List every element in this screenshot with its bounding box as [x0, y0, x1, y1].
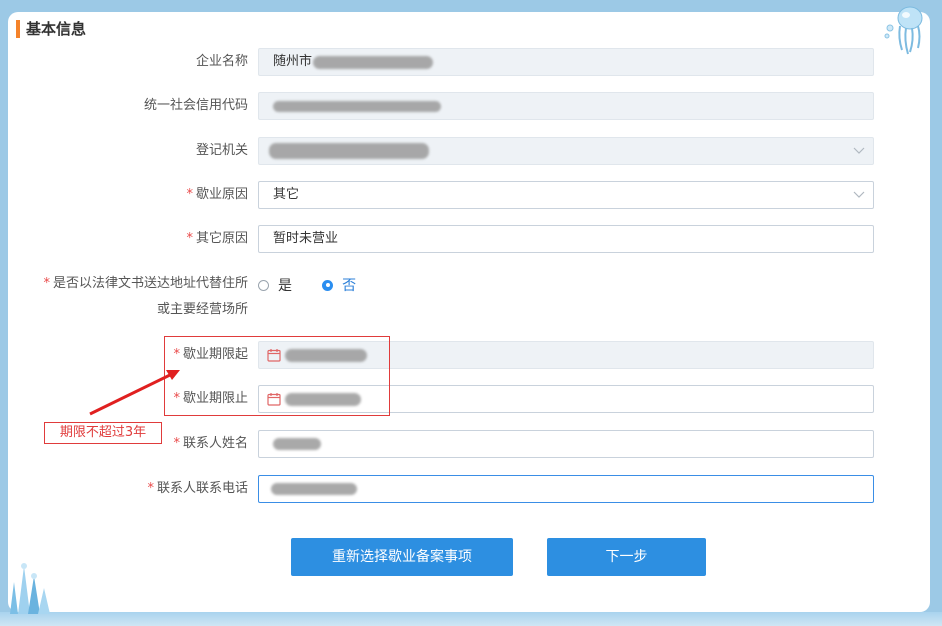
- bottom-wave-decoration: [0, 612, 942, 626]
- credit-code-field: [258, 92, 874, 120]
- radio-option-yes[interactable]: 是: [258, 275, 292, 295]
- redacted-blur: [313, 56, 433, 69]
- chevron-down-icon: [853, 147, 865, 154]
- radio-button-no[interactable]: [322, 279, 334, 291]
- company-name-value: 随州市: [273, 54, 313, 69]
- company-name-label: 企业名称: [195, 54, 248, 69]
- registry-select: [258, 137, 874, 165]
- coral-decoration: [10, 563, 50, 614]
- registry-label: 登记机关: [195, 143, 248, 158]
- chevron-down-icon: [853, 191, 865, 198]
- closure-reason-label: * 歇业原因: [186, 187, 248, 202]
- legal-address-radio-group: 是 否: [258, 275, 382, 295]
- radio-button-yes[interactable]: [258, 279, 269, 291]
- closure-reason-select[interactable]: 其它: [258, 181, 874, 209]
- annotation-highlight-box: [164, 336, 390, 416]
- row-legal-address: * 是否以法律文书送达地址代替住所 或主要经营场所 是 否: [8, 275, 930, 321]
- contact-phone-input[interactable]: [258, 475, 874, 503]
- redacted-blur: [273, 101, 441, 112]
- legal-address-label-line2: 或主要经营场所: [156, 302, 248, 317]
- contact-name-label: * 联系人姓名: [173, 436, 248, 451]
- company-name-field: 随州市: [258, 48, 874, 76]
- next-step-button[interactable]: 下一步: [547, 538, 706, 576]
- other-reason-label: * 其它原因: [186, 231, 248, 246]
- annotation-note: 期限不超过3年: [44, 422, 162, 444]
- jellyfish-decoration: [884, 6, 923, 55]
- closure-reason-value: 其它: [273, 187, 300, 202]
- other-reason-value: 暂时未营业: [273, 231, 339, 246]
- redacted-blur: [271, 483, 357, 495]
- contact-phone-label: * 联系人联系电话: [147, 481, 248, 496]
- legal-address-label-line1: * 是否以法律文书送达地址代替住所: [43, 276, 248, 291]
- redacted-blur: [273, 438, 321, 450]
- contact-name-input[interactable]: [258, 430, 874, 458]
- other-reason-input[interactable]: 暂时未营业: [258, 225, 874, 253]
- redacted-blur: [269, 143, 429, 159]
- radio-option-no[interactable]: 否: [322, 275, 356, 295]
- credit-code-label: 统一社会信用代码: [143, 98, 248, 113]
- form-panel: 基本信息 企业名称 随州市 统一社会信用代码 登记机关 * 歇业原因 其它 * …: [8, 6, 930, 614]
- section-title: 基本信息: [16, 20, 86, 38]
- reselect-closure-button[interactable]: 重新选择歇业备案事项: [291, 538, 513, 576]
